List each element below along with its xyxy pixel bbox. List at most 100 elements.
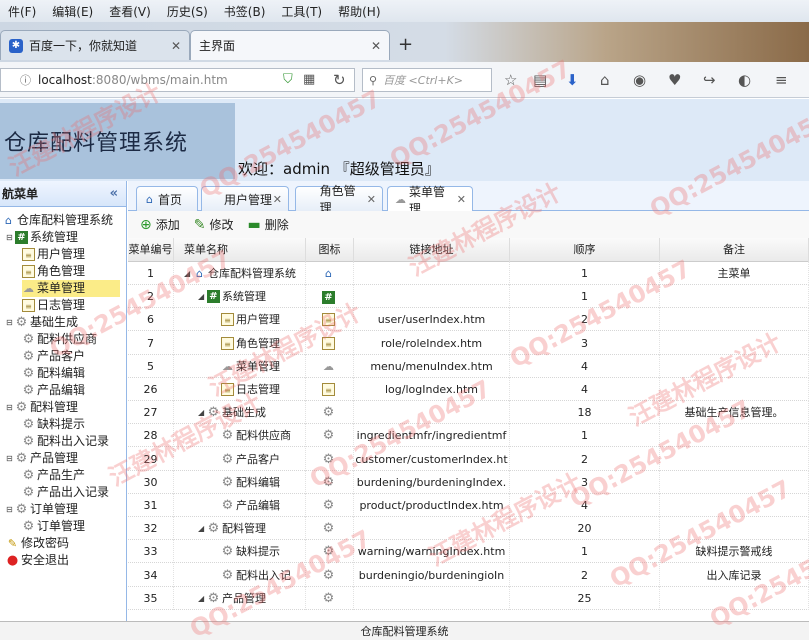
- close-icon[interactable]: ✕: [457, 193, 466, 206]
- overflow-menu-icon[interactable]: ≡: [775, 71, 788, 89]
- sidebar-item[interactable]: ⚙ 配料编辑: [22, 365, 85, 382]
- gear-icon: ⚙: [22, 366, 35, 381]
- chat-icon[interactable]: ◉: [633, 71, 646, 89]
- collapse-icon[interactable]: «: [110, 186, 118, 201]
- table-row[interactable]: 27 ◢ ⚙ 基础生成 ⚙ 18 基础生产信息管理。: [128, 401, 809, 425]
- tree-toggle-icon[interactable]: ⊟: [6, 314, 15, 331]
- tree-toggle-icon[interactable]: ⊟: [6, 229, 15, 246]
- table-row[interactable]: 33 ⚙ 缺料提示 ⚙ warning/warningIndex.htm 1 缺料提示警戒线: [128, 540, 809, 564]
- sidebar-item[interactable]: ⚙ 产品客户: [22, 348, 85, 365]
- table-row[interactable]: 32 ◢ ⚙ 配料管理 ⚙ 20: [128, 517, 809, 541]
- cell-name-text: 日志管理: [236, 383, 280, 396]
- menu-help[interactable]: 帮助(H): [330, 3, 388, 20]
- table-row[interactable]: 31 ⚙ 产品编辑 ⚙ product/productIndex.htm 4: [128, 494, 809, 517]
- menu-tools[interactable]: 工具(T): [273, 3, 330, 20]
- add-button[interactable]: ⊕ 添加: [140, 216, 180, 233]
- new-tab-icon[interactable]: +: [398, 34, 413, 55]
- table-row[interactable]: 35 ◢ ⚙ 产品管理 ⚙ 25: [128, 586, 809, 610]
- sidebar-item[interactable]: ⚙ 产品编辑: [22, 382, 85, 399]
- sidebar-item-label: 配料编辑: [37, 366, 86, 380]
- menu-history[interactable]: 历史(S): [159, 3, 216, 20]
- sidebar-item[interactable]: ✎ 修改密码: [6, 535, 69, 552]
- menu-file[interactable]: 件(F): [0, 3, 44, 20]
- sidebar-item[interactable]: ⊟ ⚙ 基础生成: [6, 314, 78, 331]
- sidebar-item[interactable]: ⚙ 订单管理: [22, 518, 85, 535]
- header-order[interactable]: 顺序: [510, 238, 660, 262]
- menu-view[interactable]: 查看(V): [101, 3, 159, 20]
- sidebar-item[interactable]: ☁ 菜单管理: [22, 280, 120, 297]
- menu-bookmarks[interactable]: 书签(B): [216, 3, 274, 20]
- shield-icon[interactable]: ⛉: [283, 72, 293, 87]
- sidebar-item[interactable]: ≡ 日志管理: [22, 297, 85, 314]
- info-icon[interactable]: ⓘ: [19, 74, 32, 87]
- tab-home[interactable]: ⌂ 首页: [136, 186, 198, 211]
- sync-icon[interactable]: ◐: [738, 71, 751, 89]
- sidebar-item[interactable]: ⊟ # 系统管理: [6, 229, 78, 246]
- sidebar-item[interactable]: ● 安全退出: [6, 552, 69, 569]
- row-toggle-icon[interactable]: ◢: [198, 517, 207, 540]
- close-tab-icon[interactable]: ✕: [371, 39, 381, 53]
- menu-edit[interactable]: 编辑(E): [44, 3, 101, 20]
- qr-code-icon[interactable]: ▦: [303, 72, 315, 87]
- tree-toggle-icon[interactable]: ⊟: [6, 501, 15, 518]
- close-icon[interactable]: ✕: [273, 193, 282, 206]
- sidebar-item[interactable]: ⊟ ⚙ 产品管理: [6, 450, 78, 467]
- sidebar-item[interactable]: ⚙ 配料出入记录: [22, 433, 109, 450]
- browser-tab-main[interactable]: 主界面 ✕: [190, 30, 390, 60]
- close-icon[interactable]: ✕: [367, 193, 376, 206]
- table-row[interactable]: 34 ⚙ 配料出入记 ⚙ burdeningio/burdeningioIn 2 出入库记录: [128, 563, 809, 587]
- sidebar-item[interactable]: ≡ 角色管理: [22, 263, 85, 280]
- tree-toggle-icon[interactable]: ⊟: [6, 450, 15, 467]
- sidebar-item[interactable]: ⊟ ⚙ 配料管理: [6, 399, 78, 416]
- header-remark[interactable]: 备注: [660, 238, 809, 262]
- header-icon[interactable]: 图标: [306, 238, 354, 262]
- header-name[interactable]: 菜单名称: [174, 238, 306, 262]
- table-row[interactable]: 1 ◢ ⌂ 仓库配料管理系统 ⌂ 1 主菜单: [128, 262, 809, 285]
- cell-id: 5: [128, 354, 174, 378]
- search-input[interactable]: ⚲ 百度 <Ctrl+K>: [362, 68, 492, 92]
- url-bar[interactable]: ⓘ localhost:8080/wbms/main.htm: [0, 68, 355, 92]
- header-url[interactable]: 链接地址: [354, 238, 510, 262]
- tab-menu-management[interactable]: ☁ 菜单管理 ✕: [387, 185, 473, 216]
- table-row[interactable]: 6 ≡ 用户管理 ≡ user/userIndex.htm 2: [128, 308, 809, 332]
- row-toggle-icon[interactable]: ◢: [184, 262, 193, 285]
- delete-button[interactable]: ▬ 删除: [248, 216, 289, 233]
- gear-icon: ⚙: [221, 567, 234, 583]
- table-row[interactable]: 29 ⚙ 产品客户 ⚙ customer/customerIndex.ht 2: [128, 447, 809, 471]
- home-icon[interactable]: ⌂: [600, 71, 610, 89]
- table-row[interactable]: 28 ⚙ 配料供应商 ⚙ ingredientmfr/ingredientmf 1: [128, 424, 809, 448]
- cell-remark: [660, 378, 809, 401]
- reader-icon[interactable]: ▤: [533, 71, 547, 89]
- browser-tab-baidu[interactable]: ✱ 百度一下，你就知道 ✕: [0, 30, 190, 60]
- sidebar-item[interactable]: ⌂ 仓库配料管理系统: [2, 212, 113, 229]
- sidebar-item-label: 产品出入记录: [37, 485, 110, 499]
- table-row[interactable]: 2 ◢ # 系统管理 #1: [128, 285, 809, 309]
- tree-toggle-icon[interactable]: ⊟: [6, 399, 15, 416]
- header-id[interactable]: 菜单编号: [128, 238, 174, 262]
- menu-tree-grid: 菜单编号 菜单名称 图标 链接地址 顺序 备注 1 ◢ ⌂ 仓库配料管理系统 ⌂ 1 主菜单…: [128, 238, 809, 619]
- sidebar-item[interactable]: ⊟ ⚙ 订单管理: [6, 501, 78, 518]
- row-toggle-icon[interactable]: ◢: [198, 285, 207, 308]
- sidebar-item-label: 日志管理: [37, 298, 86, 312]
- row-toggle-icon[interactable]: ◢: [198, 587, 207, 610]
- table-row[interactable]: 7 ≡ 角色管理 ≡ role/roleIndex.htm 3: [128, 331, 809, 355]
- share-icon[interactable]: ↪: [703, 71, 716, 89]
- download-icon[interactable]: ⬇: [566, 71, 579, 89]
- sidebar-item[interactable]: ⚙ 产品生产: [22, 467, 85, 484]
- bookmark-star-icon[interactable]: ☆: [504, 71, 517, 89]
- table-row[interactable]: 30 ⚙ 配料编辑 ⚙ burdening/burdeningIndex. 3: [128, 470, 809, 494]
- tab-role-management[interactable]: 角色管理 ✕: [295, 184, 383, 215]
- edit-button[interactable]: ✎ 修改: [194, 216, 234, 233]
- sidebar-item[interactable]: ⚙ 缺料提示: [22, 416, 85, 433]
- sidebar-item[interactable]: ⚙ 配料供应商: [22, 331, 97, 348]
- table-row[interactable]: 26 ≡ 日志管理 ≡ log/logIndex.htm 4: [128, 378, 809, 401]
- gear-icon: ⚙: [22, 434, 35, 449]
- sidebar-item[interactable]: ⚙ 产品出入记录: [22, 484, 109, 501]
- tab-user-management[interactable]: 用户管理 ✕: [201, 186, 289, 211]
- sidebar-item[interactable]: ≡ 用户管理: [22, 246, 85, 263]
- close-tab-icon[interactable]: ✕: [171, 39, 181, 53]
- table-row[interactable]: 5 ☁ 菜单管理 ☁ menu/menuIndex.htm 4: [128, 354, 809, 378]
- row-toggle-icon[interactable]: ◢: [198, 401, 207, 424]
- reload-icon[interactable]: ↻: [333, 71, 346, 89]
- pocket-icon[interactable]: ♥: [668, 71, 681, 89]
